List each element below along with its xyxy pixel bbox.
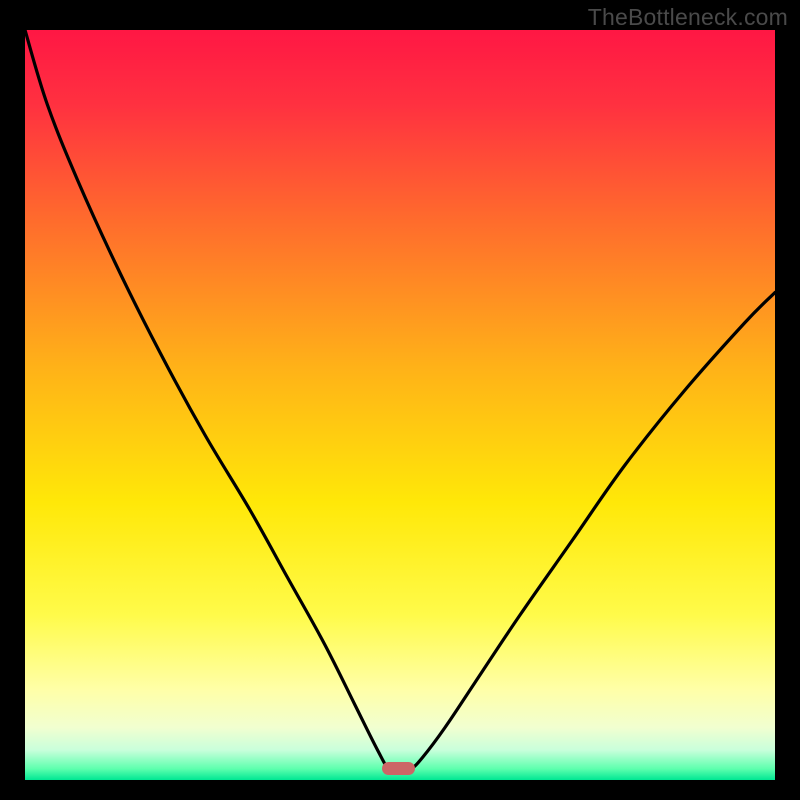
plot-area <box>25 30 775 780</box>
bottleneck-curve <box>25 30 775 780</box>
watermark-text: TheBottleneck.com <box>588 4 788 31</box>
chart-frame: TheBottleneck.com <box>0 0 800 800</box>
optimum-marker <box>382 762 415 775</box>
